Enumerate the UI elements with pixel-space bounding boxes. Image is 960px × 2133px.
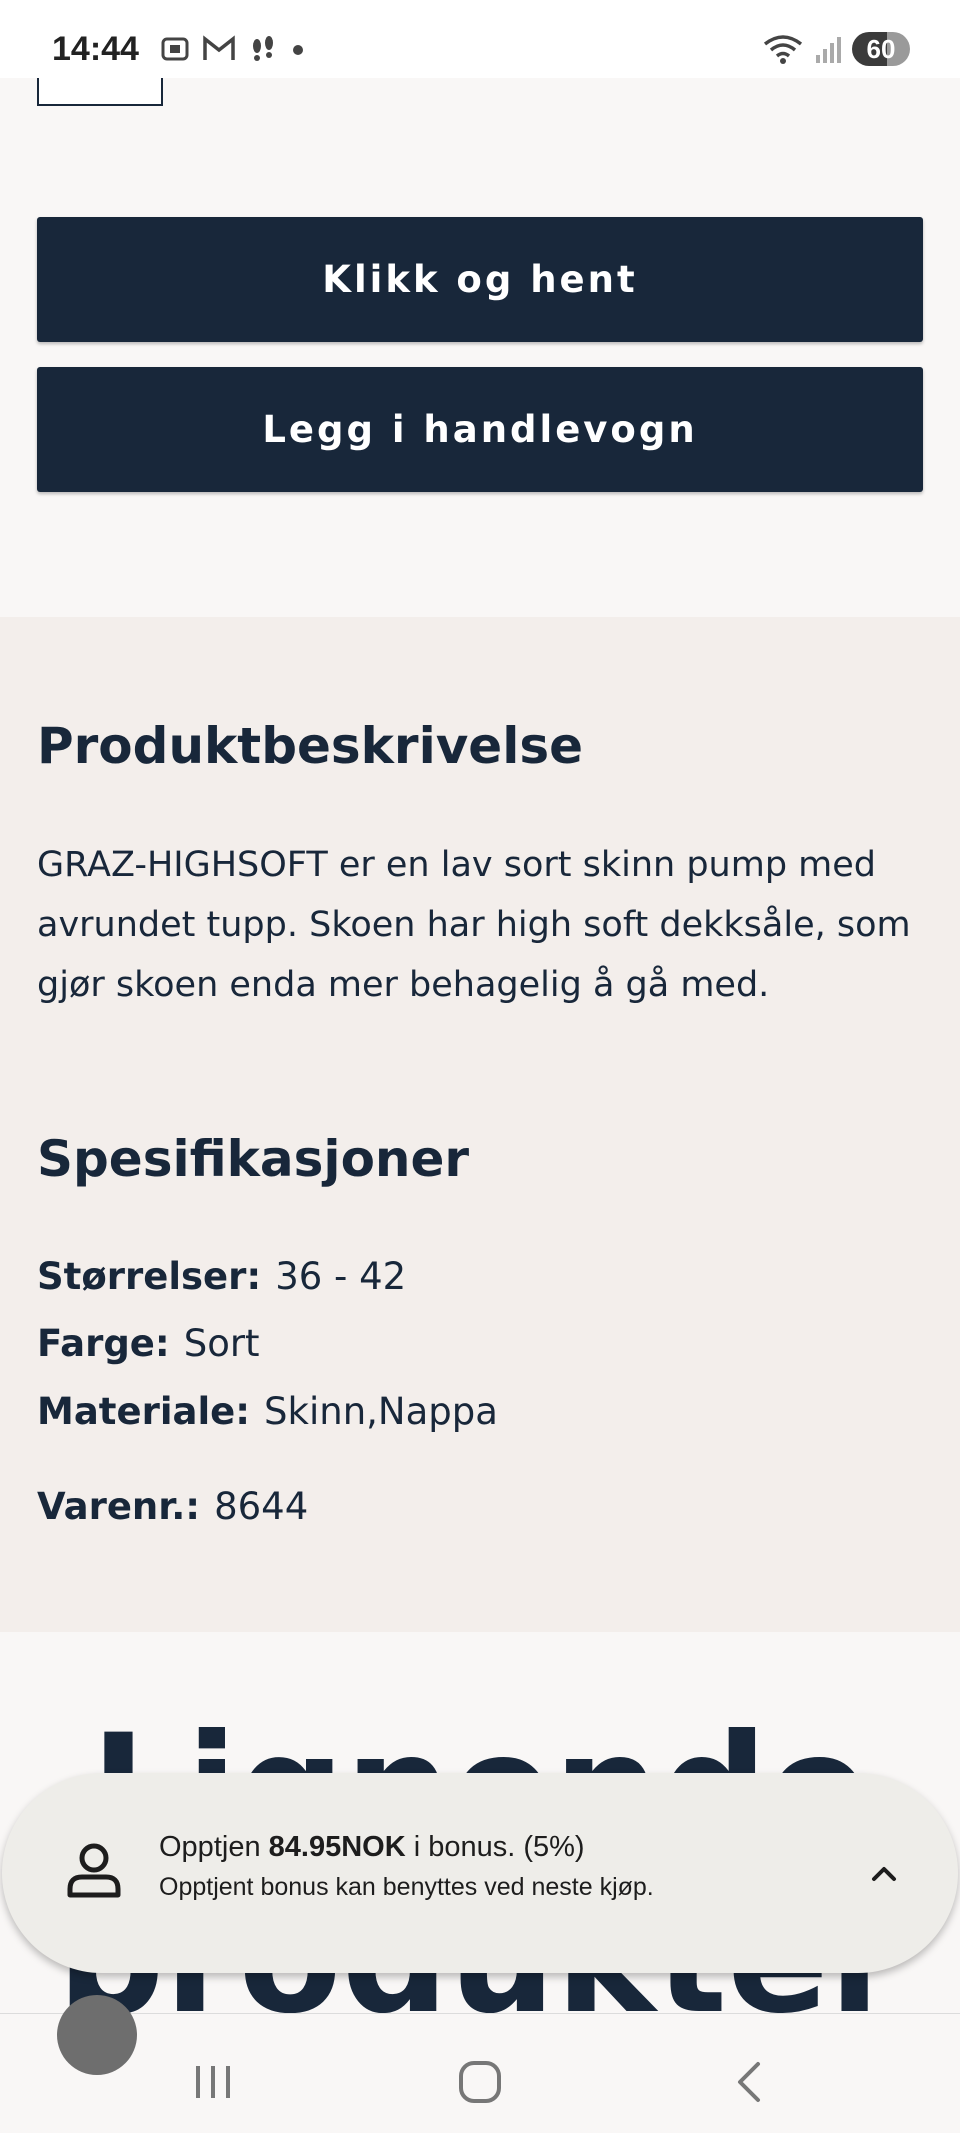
description-title: Produktbeskrivelse [37,717,584,775]
spec-material-label: Materiale: [37,1390,251,1433]
bonus-banner[interactable]: Opptjen 84.95NOK i bonus. (5%) Opptjent … [2,1773,958,1973]
wifi-icon [763,35,803,64]
bonus-amount: 84.95NOK [268,1831,406,1863]
status-bar: 14:44 60 [0,0,960,78]
signal-icon [816,37,841,63]
spec-item-number-value: 8644 [214,1485,309,1528]
bonus-subtext: Opptjent bonus kan benyttes ved neste kj… [159,1873,654,1901]
floating-assistant-bubble[interactable] [57,1995,137,2075]
notification-icons [160,34,306,64]
description-text: GRAZ-HIGHSOFT er en lav sort skinn pump … [37,845,911,1005]
add-to-cart-button[interactable]: Legg i handlevogn [37,367,923,492]
back-icon[interactable] [720,2052,780,2112]
system-indicators: 60 [762,32,910,66]
dot-icon [293,45,303,55]
footsteps-icon [253,36,273,61]
specifications-title: Spesifikasjoner [37,1130,470,1188]
spec-sizes-value: 36 - 42 [275,1255,407,1298]
home-icon[interactable] [450,2052,510,2112]
spec-color: Farge: Sort [37,1322,260,1365]
click-and-collect-button[interactable]: Klikk og hent [37,217,923,342]
bonus-earn-text: Opptjen 84.95NOK i bonus. (5%) [159,1831,585,1864]
spec-color-value: Sort [183,1322,260,1365]
size-option-box[interactable] [37,78,163,106]
spec-material: Materiale: Skinn,Nappa [37,1390,498,1433]
system-navigation-bar [0,2013,960,2133]
status-time: 14:44 [52,30,139,68]
spec-item-number: Varenr.: 8644 [37,1485,308,1528]
chevron-up-icon[interactable] [864,1853,904,1893]
spec-sizes: Størrelser: 36 - 42 [37,1255,406,1298]
gmail-icon [203,35,235,60]
screenshot-icon [161,37,189,61]
user-icon [67,1843,121,1898]
spec-item-number-label: Varenr.: [37,1485,201,1528]
spec-sizes-label: Størrelser: [37,1255,262,1298]
bonus-suffix: i bonus. (5%) [413,1831,585,1863]
spec-material-value: Skinn,Nappa [264,1390,498,1433]
spec-color-label: Farge: [37,1322,170,1365]
battery-indicator: 60 [852,32,910,66]
recents-icon[interactable] [183,2052,243,2112]
bonus-prefix: Opptjen [159,1831,261,1863]
product-description-section: Produktbeskrivelse GRAZ-HIGHSOFT er en l… [0,617,960,1632]
